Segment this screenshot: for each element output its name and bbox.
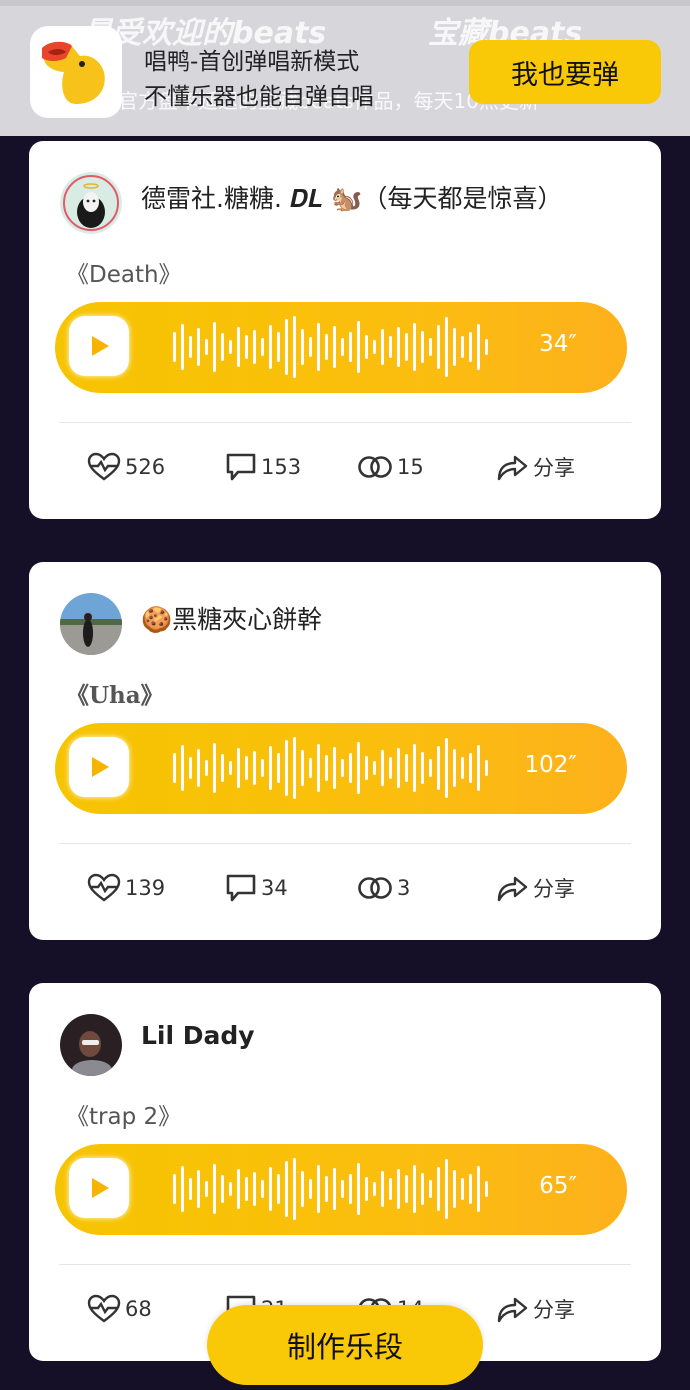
- author-name[interactable]: 🍪黑糖夾心餅幹: [141, 600, 322, 636]
- song-title: 《Uha》: [66, 682, 164, 709]
- status-strip: [0, 0, 690, 6]
- play-button[interactable]: [69, 1158, 129, 1218]
- like-count: 526: [125, 455, 166, 479]
- download-cta-button[interactable]: 我也要弹: [469, 40, 661, 104]
- comment-button[interactable]: 34: [225, 872, 288, 904]
- share-label: 分享: [533, 456, 575, 480]
- song-title: 《trap 2》: [66, 1104, 182, 1130]
- app-title: 唱鸭-首创弹唱新模式: [144, 49, 360, 75]
- duet-rings-icon: [358, 456, 392, 478]
- share-arrow-icon: [497, 876, 528, 902]
- duet-button[interactable]: 15: [357, 451, 424, 483]
- play-icon: [92, 1178, 109, 1198]
- comment-icon: [226, 453, 256, 481]
- duet-count: 3: [397, 876, 411, 900]
- avatar[interactable]: [60, 593, 122, 655]
- divider: [59, 422, 631, 423]
- play-button[interactable]: [69, 737, 129, 797]
- avatar[interactable]: [60, 1014, 122, 1076]
- author-name[interactable]: Lil Dady: [141, 1021, 255, 1050]
- share-button[interactable]: 分享: [495, 872, 575, 904]
- share-label: 分享: [533, 1298, 575, 1322]
- share-button[interactable]: 分享: [495, 451, 575, 483]
- play-icon: [92, 757, 109, 777]
- duck-icon: [30, 26, 122, 118]
- play-button[interactable]: [69, 316, 129, 376]
- divider: [59, 843, 631, 844]
- comment-count: 153: [261, 455, 302, 479]
- waveform-icon: [173, 316, 488, 378]
- app-promo-banner[interactable]: 最受欢迎的beats 宝藏beats 官方盘率延迟的宝藏beats作品，每天10…: [0, 0, 690, 136]
- post-card[interactable]: 德雷社.糖糖. 𝑫𝑳 🐿️（每天都是惊喜） 《Death》 34″ 526 15…: [29, 141, 661, 519]
- waveform-icon: [173, 737, 488, 799]
- share-label: 分享: [533, 877, 575, 901]
- duration: 102″: [524, 752, 578, 778]
- heart-pulse-icon: [87, 873, 121, 902]
- audio-player[interactable]: 65″: [55, 1144, 627, 1235]
- share-button[interactable]: 分享: [495, 1293, 575, 1325]
- play-icon: [92, 336, 109, 356]
- post-card[interactable]: 🍪黑糖夾心餅幹 《Uha》 102″ 139 34 3 分享: [29, 562, 661, 940]
- like-count: 139: [125, 876, 166, 900]
- audio-player[interactable]: 34″: [55, 302, 627, 393]
- make-segment-button[interactable]: 制作乐段: [207, 1305, 483, 1385]
- divider: [59, 1264, 631, 1265]
- share-arrow-icon: [497, 1297, 528, 1323]
- duration: 65″: [539, 1173, 577, 1199]
- comment-icon: [226, 874, 256, 902]
- share-arrow-icon: [497, 455, 528, 481]
- like-button[interactable]: 68: [87, 1293, 152, 1325]
- author-name[interactable]: 德雷社.糖糖. 𝑫𝑳 🐿️（每天都是惊喜）: [141, 179, 563, 215]
- like-button[interactable]: 526: [87, 451, 165, 483]
- audio-player[interactable]: 102″: [55, 723, 627, 814]
- waveform-icon: [173, 1158, 488, 1220]
- heart-pulse-icon: [87, 452, 121, 481]
- app-subtitle: 不懂乐器也能自弹自唱: [144, 84, 374, 110]
- comment-button[interactable]: 153: [225, 451, 301, 483]
- like-count: 68: [125, 1297, 152, 1321]
- song-title: 《Death》: [66, 262, 182, 288]
- duet-button[interactable]: 3: [357, 872, 410, 904]
- avatar[interactable]: [60, 172, 122, 234]
- like-button[interactable]: 139: [87, 872, 165, 904]
- heart-pulse-icon: [87, 1294, 121, 1323]
- duet-rings-icon: [358, 877, 392, 899]
- duration: 34″: [539, 331, 577, 357]
- comment-count: 34: [261, 876, 288, 900]
- duet-count: 15: [397, 455, 424, 479]
